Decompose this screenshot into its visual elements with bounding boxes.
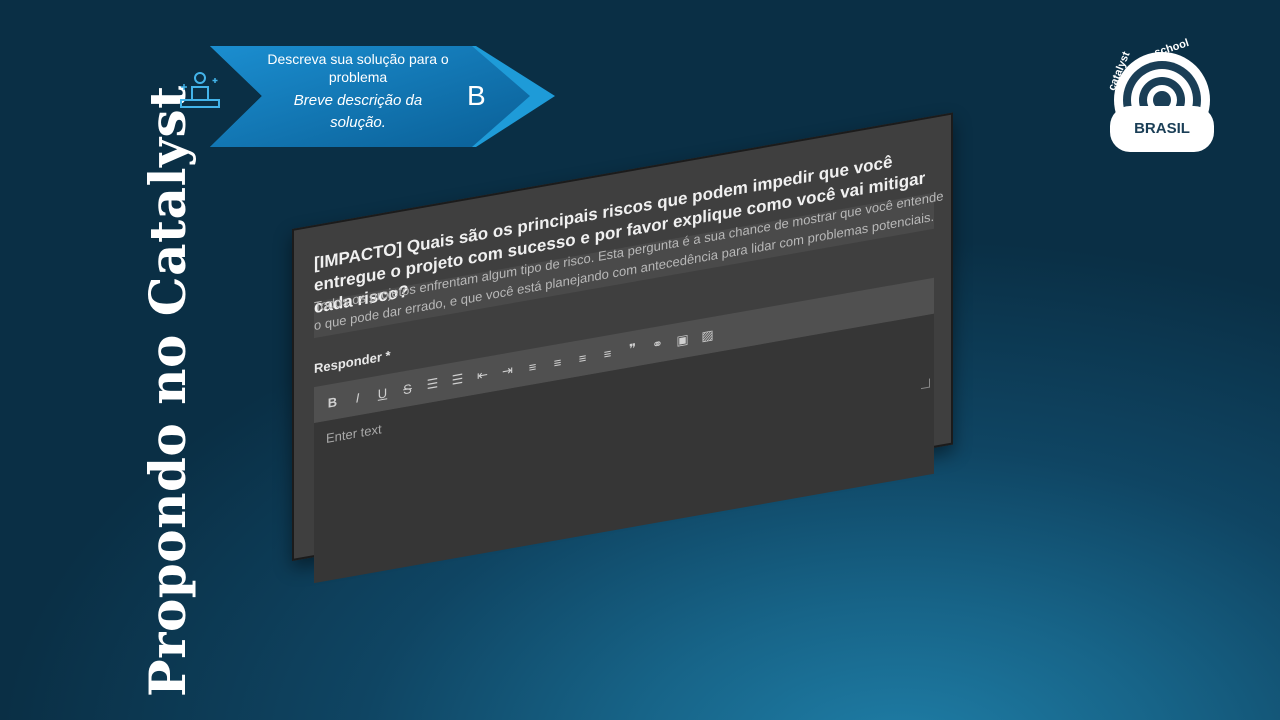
numbered-list-button[interactable]: ☰ [451, 371, 464, 389]
outdent-button[interactable]: ⇤ [476, 366, 489, 384]
proposal-form-screenshot: [IMPACTO] Quais são os principais riscos… [292, 112, 953, 584]
step-banner-subtitle: Breve descrição da solução. [293, 92, 423, 131]
underline-button[interactable]: U [376, 384, 389, 402]
justify-button[interactable]: ≡ [601, 345, 614, 362]
bold-button[interactable]: B [326, 393, 339, 411]
step-banner-heading: Descreva sua solução para o problema [267, 51, 449, 85]
video-button[interactable]: ▣ [676, 331, 689, 349]
response-label: Responder * [314, 347, 391, 377]
quote-button[interactable]: ❞ [626, 340, 639, 358]
resize-grip-icon[interactable] [921, 378, 930, 390]
indent-button[interactable]: ⇥ [501, 362, 514, 380]
link-button[interactable]: ⚭ [651, 335, 664, 353]
bullet-list-button[interactable]: ☰ [426, 375, 439, 393]
align-center-button[interactable]: ≡ [551, 354, 564, 371]
step-banner: Descreva sua solução para o problema Bre… [180, 44, 560, 154]
italic-button[interactable]: I [351, 389, 364, 406]
vertical-title-wrapper: Propondo no Catalyst [0, 0, 197, 697]
strikethrough-button[interactable]: S [401, 380, 414, 397]
align-left-button[interactable]: ≡ [526, 358, 539, 375]
editor-placeholder: Enter text [326, 421, 382, 447]
step-letter: B [467, 80, 486, 111]
align-right-button[interactable]: ≡ [576, 349, 589, 366]
image-button[interactable]: ▨ [701, 327, 714, 345]
slide-title: Propondo no Catalyst [138, 85, 197, 697]
catalyst-school-brasil-logo: catalyst school BRASIL [1102, 37, 1232, 155]
logo-brasil-text: BRASIL [1134, 120, 1190, 137]
